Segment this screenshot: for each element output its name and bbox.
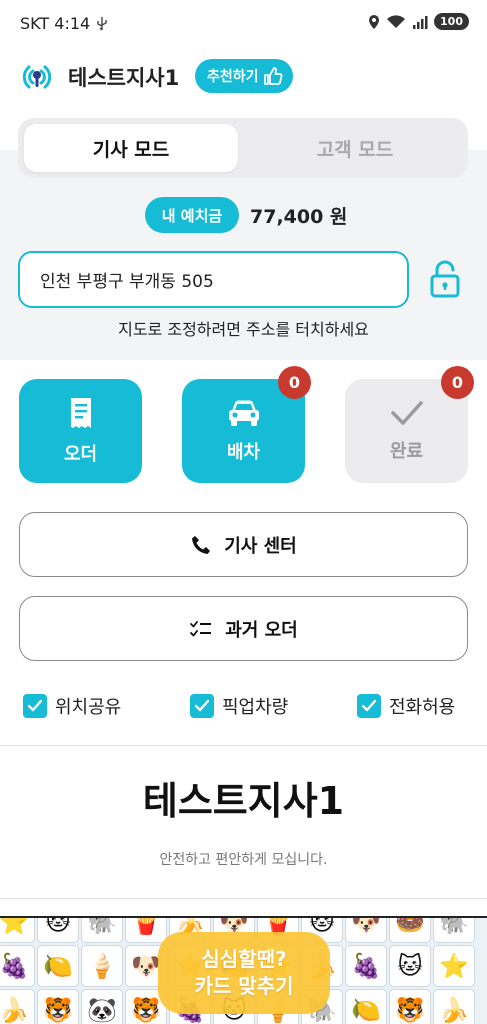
mode-switch: 기사 모드 고객 모드 bbox=[18, 118, 468, 178]
order-tile-label: 오더 bbox=[63, 444, 98, 465]
panda-icon: 🐼 bbox=[81, 989, 123, 1024]
pickup-vehicle-checkbox[interactable]: 픽업차량 bbox=[190, 691, 288, 721]
banana-icon: 🍌 bbox=[0, 989, 35, 1024]
footer-title: 테스트지사1 bbox=[142, 779, 345, 823]
ice-cream-icon: 🍦 bbox=[81, 945, 123, 987]
location-icon bbox=[369, 14, 380, 29]
usb-icon bbox=[97, 16, 107, 30]
elephant-icon: 🐘 bbox=[433, 918, 475, 943]
thumbs-up-icon bbox=[263, 67, 282, 85]
cat-icon: 🐱 bbox=[37, 918, 79, 943]
tab-driver-mode[interactable]: 기사 모드 bbox=[24, 124, 238, 172]
wifi-icon bbox=[387, 14, 406, 28]
deposit-amount: 77,400 원 bbox=[250, 206, 348, 228]
status-left: SKT 4:14 bbox=[20, 14, 108, 33]
check-icon bbox=[390, 401, 423, 425]
completed-count-badge: 0 bbox=[441, 366, 474, 399]
checkbox-checked-icon bbox=[357, 694, 381, 718]
past-orders-button[interactable]: 과거 오더 bbox=[19, 596, 468, 661]
tab-customer-mode[interactable]: 고객 모드 bbox=[248, 124, 462, 172]
lemon-icon: 🍋 bbox=[345, 989, 387, 1024]
address-input[interactable] bbox=[18, 251, 409, 308]
status-right: 100 bbox=[368, 13, 469, 30]
star-icon: ⭐ bbox=[0, 918, 35, 943]
driver-center-label: 기사 센터 bbox=[224, 535, 297, 557]
dog-icon: 🐶 bbox=[345, 918, 387, 943]
order-tile[interactable]: 오더 bbox=[19, 379, 142, 483]
cat-icon: 🐱 bbox=[389, 945, 431, 987]
driver-center-button[interactable]: 기사 센터 bbox=[19, 512, 468, 577]
phone-allow-checkbox[interactable]: 전화허용 bbox=[357, 691, 455, 721]
card-game-cta[interactable]: 심심할땐? 카드 맞추기 bbox=[158, 932, 330, 1014]
divider bbox=[0, 898, 487, 899]
deposit-label: 내 예치금 bbox=[145, 197, 239, 233]
card-game-cta-line2: 카드 맞추기 bbox=[194, 974, 294, 998]
pickup-vehicle-label: 픽업차량 bbox=[222, 697, 289, 718]
phone-allow-label: 전화허용 bbox=[389, 697, 456, 718]
completed-tile-label: 완료 bbox=[389, 441, 424, 462]
checkbox-checked-icon bbox=[190, 694, 214, 718]
signal-icon bbox=[413, 15, 428, 29]
tiger-icon: 🐯 bbox=[389, 989, 431, 1024]
elephant-icon: 🐘 bbox=[81, 918, 123, 943]
star-icon: ⭐ bbox=[433, 945, 475, 987]
grapes-icon: 🍇 bbox=[345, 945, 387, 987]
address-hint: 지도로 조정하려면 주소를 터치하세요 bbox=[118, 320, 369, 339]
donut-icon: 🍩 bbox=[389, 918, 431, 943]
dispatch-tile-label: 배차 bbox=[226, 442, 261, 463]
receipt-icon bbox=[70, 398, 91, 428]
footer-subtitle: 안전하고 편안하게 모십니다. bbox=[159, 852, 328, 868]
phone-icon bbox=[192, 535, 211, 554]
status-bar: SKT 4:14 100 bbox=[0, 0, 487, 48]
broadcast-icon bbox=[22, 65, 52, 89]
checkbox-checked-icon bbox=[23, 694, 47, 718]
checklist-icon bbox=[190, 620, 212, 636]
card-game-cta-line1: 심심할땐? bbox=[201, 947, 287, 971]
recommend-label: 추천하기 bbox=[207, 69, 259, 85]
past-orders-label: 과거 오더 bbox=[225, 619, 298, 641]
recommend-button[interactable]: 추천하기 bbox=[195, 59, 293, 93]
location-share-label: 위치공유 bbox=[55, 697, 122, 718]
banana-icon: 🍌 bbox=[433, 989, 475, 1024]
deposit-row: 내 예치금 77,400 원 bbox=[0, 197, 487, 233]
car-icon bbox=[228, 400, 259, 426]
carrier-time: SKT 4:14 bbox=[20, 14, 91, 33]
company-name: 테스트지사1 bbox=[68, 66, 180, 90]
lemon-icon: 🍋 bbox=[37, 945, 79, 987]
location-share-checkbox[interactable]: 위치공유 bbox=[23, 691, 121, 721]
tiger-icon: 🐯 bbox=[37, 989, 79, 1024]
unlock-icon[interactable] bbox=[428, 260, 462, 298]
app-header: 테스트지사1 추천하기 bbox=[0, 48, 487, 108]
fries-icon: 🍟 bbox=[125, 918, 167, 943]
battery-indicator: 100 bbox=[434, 13, 469, 30]
dispatch-count-badge: 0 bbox=[278, 366, 311, 399]
grapes-icon: 🍇 bbox=[0, 945, 35, 987]
divider bbox=[0, 745, 487, 746]
card-game-banner[interactable]: ⭐ 🐱 🐘 🍟 🍌 🐶 🍟 🐱 🐶 🍩 🐘 🍇 🍋 🍦 🐶 ⭐ 🍋 ⭐ 🍌 🍇 … bbox=[0, 916, 487, 1024]
